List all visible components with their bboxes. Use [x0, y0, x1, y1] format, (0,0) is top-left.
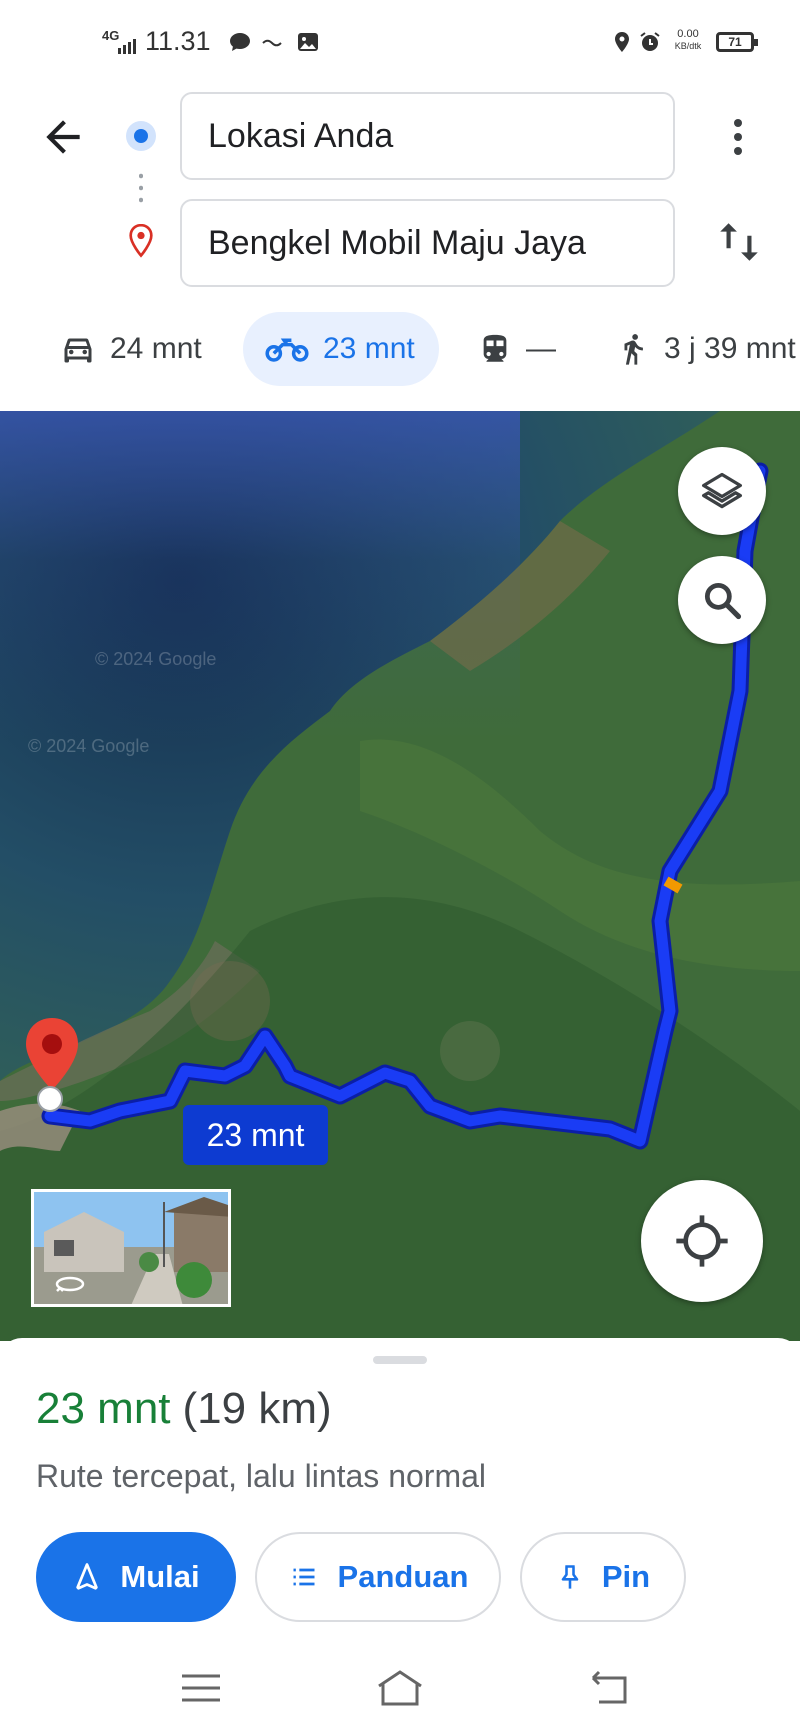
- home-icon[interactable]: [375, 1668, 425, 1708]
- route-description: Rute tercepat, lalu lintas normal: [36, 1458, 486, 1494]
- more-options-icon[interactable]: [726, 115, 750, 159]
- origin-field[interactable]: Lokasi Anda: [180, 92, 675, 180]
- rotate-360-icon: [55, 1276, 85, 1292]
- steps-button[interactable]: Panduan: [255, 1532, 501, 1622]
- system-navigation-bar: [0, 1648, 800, 1733]
- motorcycle-icon: [265, 338, 309, 362]
- route-duration-label[interactable]: 23 mnt: [183, 1105, 328, 1165]
- chat-notification-icon: [230, 33, 250, 51]
- map-watermark: © 2024 Google: [28, 736, 150, 756]
- drag-handle[interactable]: [373, 1356, 427, 1364]
- back-arrow-icon[interactable]: [38, 112, 88, 162]
- recent-apps-icon[interactable]: [176, 1668, 226, 1708]
- pin-icon: [561, 1565, 579, 1589]
- battery-indicator: 71: [716, 32, 758, 52]
- mode-motorcycle[interactable]: 23 mnt: [243, 312, 439, 386]
- travel-mode-tabs: 24 mnt 23 mnt — 3 j 39 mnt: [0, 312, 800, 388]
- destination-marker-icon: [26, 1018, 78, 1112]
- crosshair-icon: [676, 1215, 728, 1267]
- gallery-notification-icon: [298, 33, 318, 51]
- car-icon: [64, 338, 92, 363]
- map-view[interactable]: © 2024 Google © 2024 Google 23 mnt: [0, 411, 800, 1341]
- destination-pin-icon: [129, 224, 153, 258]
- signal-icon: [118, 39, 136, 54]
- destination-field[interactable]: Bengkel Mobil Maju Jaya: [180, 199, 675, 287]
- route-distance: (19 km): [182, 1384, 332, 1433]
- alarm-icon: [640, 32, 660, 51]
- back-nav-icon[interactable]: [585, 1668, 635, 1708]
- route-duration: 23 mnt: [36, 1384, 171, 1433]
- clock: 11.31: [145, 26, 211, 56]
- transit-icon: [483, 334, 507, 362]
- network-indicator: 4G: [102, 28, 120, 43]
- pin-button[interactable]: Pin: [520, 1532, 686, 1622]
- navigation-arrow-icon: [76, 1563, 99, 1590]
- mode-transit[interactable]: —: [478, 312, 556, 386]
- list-icon: [293, 1568, 315, 1586]
- my-location-button[interactable]: [641, 1180, 763, 1302]
- layers-button[interactable]: [678, 447, 766, 535]
- status-bar: 4G 11.31 0.00 KB/dtk 71: [0, 0, 800, 84]
- origin-dot-icon: [126, 121, 156, 151]
- location-status-icon: [615, 32, 629, 52]
- mode-driving[interactable]: 24 mnt: [60, 312, 202, 386]
- search-along-route-button[interactable]: [678, 556, 766, 644]
- route-eta: 23 mnt (19 km): [36, 1384, 332, 1434]
- street-view-thumbnail[interactable]: [31, 1189, 231, 1307]
- search-icon: [704, 582, 742, 620]
- mode-walking[interactable]: 3 j 39 mnt: [616, 312, 796, 386]
- route-connector: [139, 170, 143, 206]
- swap-directions-icon[interactable]: [714, 216, 764, 268]
- network-speed: 0.00 KB/dtk: [674, 28, 702, 51]
- start-navigation-button[interactable]: Mulai: [36, 1532, 236, 1622]
- walk-icon: [624, 334, 643, 365]
- app-notification-icon: [262, 39, 282, 47]
- layers-icon: [702, 472, 742, 509]
- map-watermark: © 2024 Google: [95, 649, 217, 669]
